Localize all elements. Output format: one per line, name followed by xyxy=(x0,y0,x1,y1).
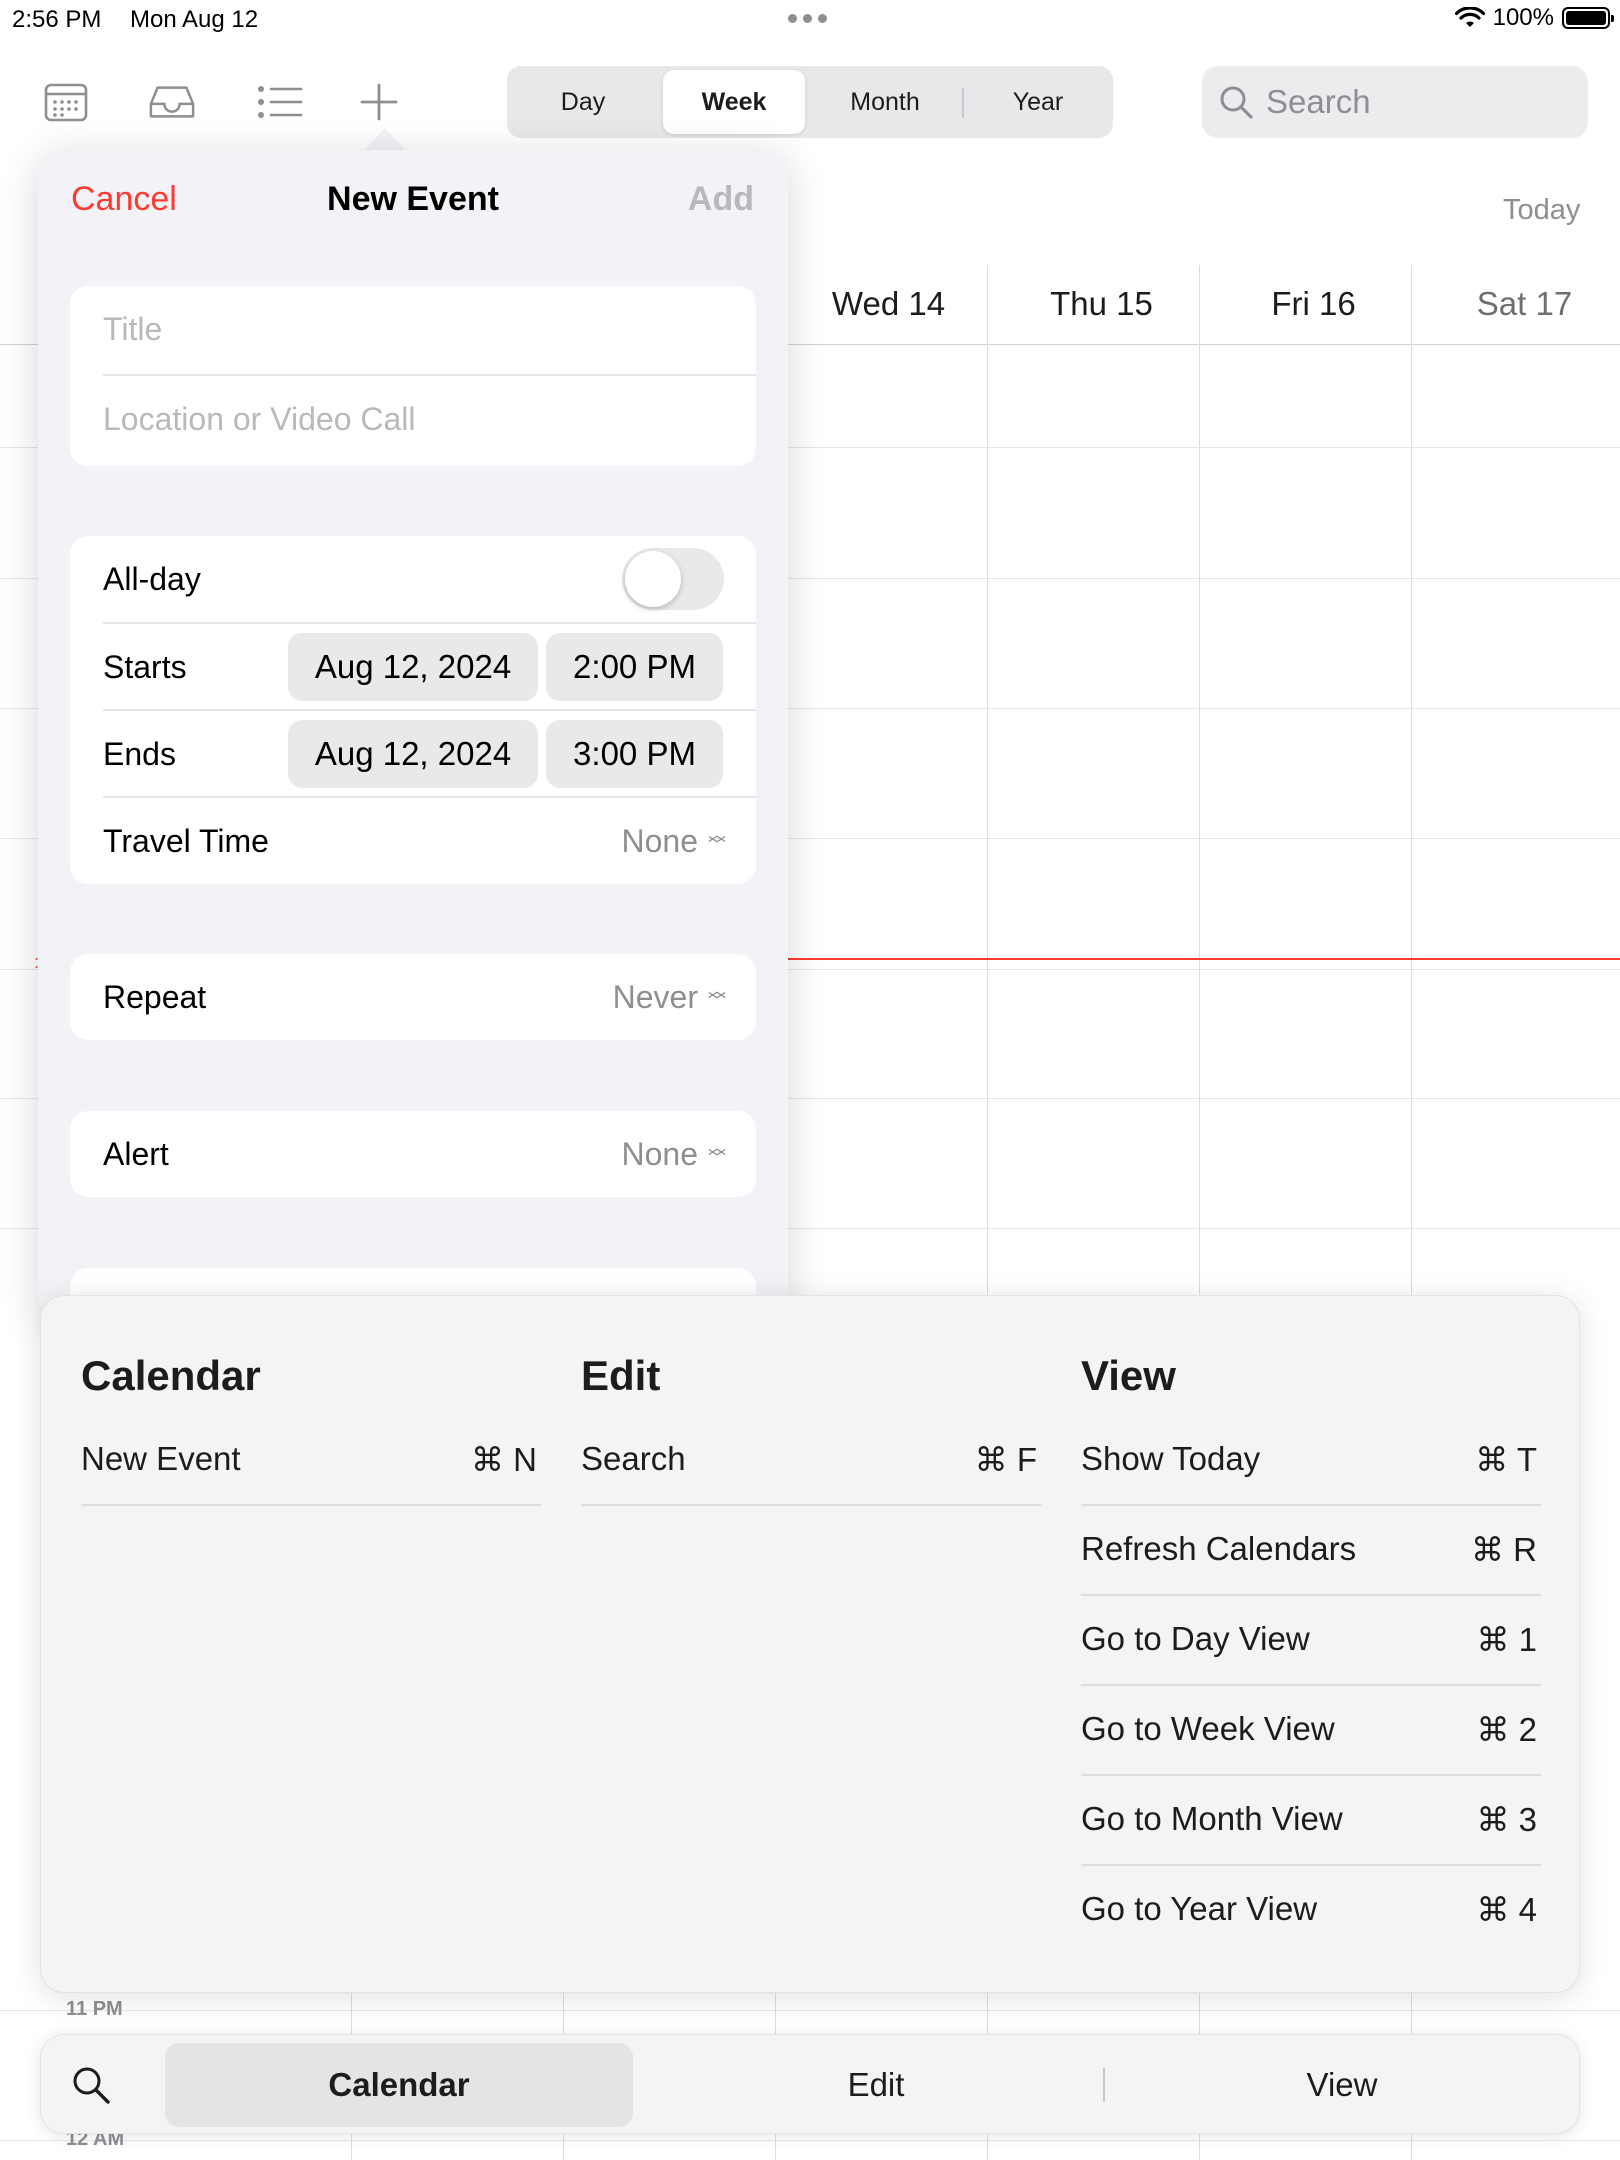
category-tab-calendar[interactable]: Calendar xyxy=(165,2043,633,2127)
alert-card: Alert None ︿ ﹀ xyxy=(70,1111,756,1197)
shortcut-key: ⌘ R xyxy=(1471,1531,1537,1568)
shortcut-label: Go to Month View xyxy=(1081,1800,1343,1837)
shortcut-heading-view: View xyxy=(1081,1352,1176,1399)
shortcut-new-event[interactable]: New Event ⌘ N xyxy=(81,1416,541,1506)
multitasking-dots-icon[interactable] xyxy=(788,14,827,23)
shortcut-heading-edit: Edit xyxy=(581,1352,661,1399)
shortcut-key: ⌘ 3 xyxy=(1476,1801,1537,1838)
search-icon xyxy=(1220,86,1253,119)
battery-icon xyxy=(1562,7,1614,29)
repeat-row[interactable]: Repeat Never ︿ ﹀ xyxy=(103,954,756,1040)
shortcut-label: Go to Week View xyxy=(1081,1710,1335,1747)
tab-year[interactable]: Year xyxy=(967,70,1109,134)
shortcut-key: ⌘ N xyxy=(471,1441,537,1478)
repeat-card: Repeat Never ︿ ﹀ xyxy=(70,954,756,1040)
add-button[interactable]: Add xyxy=(688,180,754,219)
new-event-popover: New Event Cancel Add Title Location or V… xyxy=(38,150,788,1320)
starts-label: Starts xyxy=(103,648,187,685)
shortcut-search[interactable]: Search ⌘ F xyxy=(581,1416,1041,1506)
view-segmented-control: Day Week Month Year xyxy=(507,66,1113,138)
tab-month[interactable]: Month xyxy=(813,70,957,134)
battery-percent: 100% xyxy=(1492,4,1554,31)
segment-divider xyxy=(962,88,964,118)
category-tab-view[interactable]: View xyxy=(1111,2043,1573,2127)
shortcut-year-view[interactable]: Go to Year View ⌘ 4 xyxy=(1081,1866,1541,1956)
shortcut-key: ⌘ 2 xyxy=(1476,1711,1537,1748)
alert-row[interactable]: Alert None ︿ ﹀ xyxy=(103,1111,756,1197)
repeat-label: Repeat xyxy=(103,978,207,1015)
popover-arrow xyxy=(363,128,407,152)
title-location-card: Title Location or Video Call xyxy=(70,286,756,466)
alert-label: Alert xyxy=(103,1135,169,1172)
current-time-line xyxy=(788,958,1620,960)
search-icon[interactable] xyxy=(69,2063,113,2107)
starts-time-button[interactable]: 2:00 PM xyxy=(546,633,723,701)
day-header-sat[interactable]: Sat 17 xyxy=(1418,285,1620,323)
wifi-icon xyxy=(1454,7,1485,27)
keyboard-shortcuts-panel: Calendar New Event ⌘ N Edit Search ⌘ F V… xyxy=(40,1295,1580,1993)
shortcut-category-bar: Calendar Edit View xyxy=(40,2034,1580,2134)
day-header-wed[interactable]: Wed 14 xyxy=(782,285,995,323)
shortcut-key: ⌘ F xyxy=(974,1441,1037,1478)
shortcut-refresh-calendars[interactable]: Refresh Calendars ⌘ R xyxy=(1081,1506,1541,1596)
shortcut-week-view[interactable]: Go to Week View ⌘ 2 xyxy=(1081,1686,1541,1776)
shortcut-key: ⌘ T xyxy=(1475,1441,1537,1478)
travel-time-label: Travel Time xyxy=(103,822,269,859)
hour-line xyxy=(0,2140,1620,2141)
travel-time-row[interactable]: Travel Time None ︿ ﹀ xyxy=(103,798,756,884)
title-input[interactable]: Title xyxy=(103,286,756,372)
shortcut-key: ⌘ 4 xyxy=(1476,1891,1537,1928)
all-day-toggle[interactable] xyxy=(622,548,724,610)
search-placeholder: Search xyxy=(1266,83,1371,120)
starts-date-button[interactable]: Aug 12, 2024 xyxy=(288,633,538,701)
list-icon[interactable] xyxy=(256,80,304,124)
calendar-icon[interactable] xyxy=(42,80,90,124)
add-icon[interactable] xyxy=(355,80,403,124)
date-time-card: All-day Starts Aug 12, 2024 2:00 PM Ends… xyxy=(70,536,756,884)
shortcut-label: Go to Year View xyxy=(1081,1890,1318,1927)
chevron-up-down-icon: ︿ ﹀ xyxy=(708,825,726,855)
shortcut-day-view[interactable]: Go to Day View ⌘ 1 xyxy=(1081,1596,1541,1686)
shortcut-show-today[interactable]: Show Today ⌘ T xyxy=(1081,1416,1541,1506)
status-bar: 2:56 PM Mon Aug 12 100% xyxy=(0,0,1620,40)
chevron-up-down-icon: ︿ ﹀ xyxy=(708,1138,726,1168)
shortcut-label: Refresh Calendars xyxy=(1081,1530,1357,1567)
ends-label: Ends xyxy=(103,735,176,772)
search-field[interactable]: Search xyxy=(1202,66,1588,138)
category-tab-edit[interactable]: Edit xyxy=(641,2043,1111,2127)
shortcut-label: New Event xyxy=(81,1440,241,1477)
shortcut-key: ⌘ 1 xyxy=(1476,1621,1537,1658)
location-input[interactable]: Location or Video Call xyxy=(103,376,756,462)
status-right: 100% xyxy=(1454,4,1614,32)
all-day-label: All-day xyxy=(103,560,201,597)
tab-day[interactable]: Day xyxy=(511,70,655,134)
shortcut-label: Search xyxy=(581,1440,686,1477)
day-header-thu[interactable]: Thu 15 xyxy=(995,285,1208,323)
all-day-row: All-day xyxy=(103,536,756,622)
inbox-icon[interactable] xyxy=(148,80,196,124)
travel-time-value: None xyxy=(621,822,699,859)
status-time: 2:56 PM xyxy=(12,6,102,33)
ends-time-button[interactable]: 3:00 PM xyxy=(546,720,723,788)
cancel-button[interactable]: Cancel xyxy=(71,180,177,219)
status-date: Mon Aug 12 xyxy=(130,6,259,33)
alert-value: None xyxy=(621,1135,699,1172)
shortcut-label: Go to Day View xyxy=(1081,1620,1310,1657)
shortcut-month-view[interactable]: Go to Month View ⌘ 3 xyxy=(1081,1776,1541,1866)
chevron-up-down-icon: ︿ ﹀ xyxy=(708,981,726,1011)
tab-week[interactable]: Week xyxy=(663,70,805,134)
ends-date-button[interactable]: Aug 12, 2024 xyxy=(288,720,538,788)
hour-label: 11 PM xyxy=(66,1998,123,2020)
day-header-fri[interactable]: Fri 16 xyxy=(1207,285,1420,323)
hour-line xyxy=(0,2010,1620,2011)
shortcut-heading-calendar: Calendar xyxy=(81,1352,261,1399)
tab-divider xyxy=(1103,2068,1105,2102)
today-button[interactable]: Today xyxy=(1503,194,1580,227)
repeat-value: Never xyxy=(612,978,698,1015)
shortcut-label: Show Today xyxy=(1081,1440,1261,1477)
